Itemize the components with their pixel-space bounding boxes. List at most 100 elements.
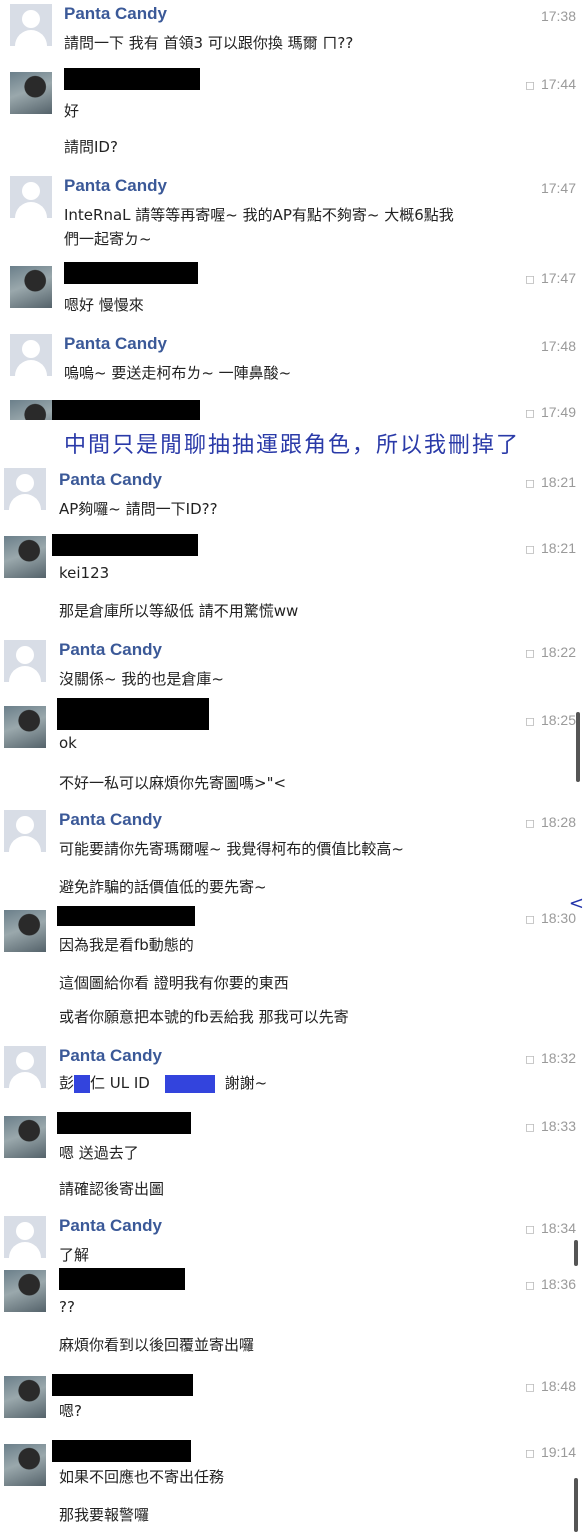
reply-icon[interactable]: ◻	[525, 1446, 535, 1460]
message-item: ◻ 18:21 kei123 那是倉庫所以等級低 請不用驚慌ww	[0, 532, 584, 628]
avatar[interactable]	[4, 468, 46, 510]
message-item: Panta Candy 17:47 InteRnaL 請等等再寄喔~ 我的AP有…	[0, 174, 584, 254]
message-item: ◻ 17:49	[0, 398, 584, 420]
timestamp: ◻ 18:21	[524, 540, 576, 556]
reply-icon[interactable]: ◻	[525, 78, 535, 92]
avatar[interactable]	[4, 706, 46, 748]
avatar[interactable]	[4, 1376, 46, 1418]
message-item: Panta Candy ◻ 18:28 可能要請你先寄瑪爾喔~ 我覺得柯布的價值比…	[0, 808, 584, 904]
message-item: Panta Candy ◻ 18:22 沒關係~ 我的也是倉庫~	[0, 638, 584, 698]
timestamp: ◻ 18:22	[524, 644, 576, 660]
avatar[interactable]	[10, 266, 52, 308]
timestamp: ◻ 17:49	[524, 404, 576, 420]
redacted-name	[57, 906, 195, 926]
timestamp: ◻ 18:33	[524, 1118, 576, 1134]
avatar[interactable]	[10, 72, 52, 114]
message-item: ◻ 17:44 好 請問ID?	[0, 64, 584, 164]
sender-name[interactable]: Panta Candy	[59, 1046, 162, 1066]
avatar[interactable]	[4, 640, 46, 682]
redacted-name	[59, 1268, 185, 1290]
sender-name[interactable]: Panta Candy	[59, 640, 162, 660]
sender-name[interactable]: Panta Candy	[64, 176, 167, 196]
reply-icon[interactable]: ◻	[525, 1052, 535, 1066]
reply-icon[interactable]: ◻	[525, 476, 535, 490]
avatar[interactable]	[4, 1216, 46, 1258]
sender-name[interactable]: Panta Candy	[64, 334, 167, 354]
redacted-name	[57, 698, 209, 730]
reply-icon[interactable]: ◻	[525, 816, 535, 830]
message-text: 嗯 送過去了	[59, 1144, 139, 1162]
redacted-name	[64, 68, 200, 90]
redacted-name	[57, 1112, 191, 1134]
message-text: 嗚嗚~ 要送走柯布ㄌ~ 一陣鼻酸~	[64, 364, 292, 382]
avatar[interactable]	[4, 1046, 46, 1088]
message-text: 沒關係~ 我的也是倉庫~	[59, 670, 224, 688]
message-text: ok	[59, 734, 77, 752]
message-text: 那我要報警囉	[59, 1506, 150, 1524]
timestamp: 17:48	[540, 338, 576, 354]
censor-block	[74, 1074, 91, 1093]
message-text: 如果不回應也不寄出任務	[59, 1468, 225, 1486]
redacted-name	[52, 534, 198, 556]
message-text: 好	[64, 102, 80, 120]
timestamp: ◻ 18:48	[524, 1378, 576, 1394]
message-text: 因為我是看fb動態的	[59, 936, 194, 954]
message-text: AP夠囉~ 請問一下ID??	[59, 500, 218, 518]
censor-block	[164, 1074, 215, 1093]
timestamp: ◻ 18:36	[524, 1276, 576, 1292]
message-item: ◻ 18:25 ok 不好一私可以麻煩你先寄圖嗎>"<	[0, 698, 584, 798]
scrollbar-thumb[interactable]	[576, 712, 580, 782]
message-text: 嗯?	[59, 1402, 82, 1420]
avatar[interactable]	[10, 176, 52, 218]
redacted-name	[64, 262, 198, 284]
sender-name[interactable]: Panta Candy	[59, 1216, 162, 1236]
reply-icon[interactable]: ◻	[525, 542, 535, 556]
avatar[interactable]	[4, 536, 46, 578]
sender-name[interactable]: Panta Candy	[59, 810, 162, 830]
reply-icon[interactable]: ◻	[525, 1380, 535, 1394]
message-text: 請問一下 我有 首領3 可以跟你換 瑪爾 ㄇ??	[64, 34, 354, 52]
message-item: ◻ 19:14 如果不回應也不寄出任務 那我要報警囉	[0, 1438, 584, 1532]
scrollbar-thumb[interactable]	[574, 1478, 578, 1532]
reply-icon[interactable]: ◻	[525, 912, 535, 926]
sender-name[interactable]: Panta Candy	[64, 4, 167, 24]
message-item: Panta Candy ◻ 18:32 彭仁 UL ID 謝謝~	[0, 1044, 584, 1104]
timestamp: ◻ 19:14	[524, 1444, 576, 1460]
timestamp: ◻ 18:28	[524, 814, 576, 830]
message-item: Panta Candy ◻ 18:21 AP夠囉~ 請問一下ID??	[0, 468, 584, 524]
timestamp: ◻ 18:21	[524, 474, 576, 490]
reply-icon[interactable]: ◻	[525, 406, 535, 420]
avatar[interactable]	[4, 1116, 46, 1158]
message-text: ??	[59, 1298, 75, 1316]
avatar[interactable]	[4, 910, 46, 952]
message-text: 這個圖給你看 證明我有你要的東西	[59, 974, 289, 992]
message-item: ◻ 17:47 嗯好 慢慢來	[0, 258, 584, 318]
avatar[interactable]	[10, 334, 52, 376]
avatar[interactable]	[4, 810, 46, 852]
avatar[interactable]	[4, 1444, 46, 1486]
avatar[interactable]	[10, 400, 52, 420]
timestamp: ◻ 18:32	[524, 1050, 576, 1066]
avatar[interactable]	[10, 4, 52, 46]
message-text: 避免詐騙的話價值低的要先寄~	[59, 878, 267, 896]
timestamp: ◻ 17:47	[524, 270, 576, 286]
reply-icon[interactable]: ◻	[525, 1222, 535, 1236]
redacted-name	[52, 400, 200, 420]
timestamp: 17:47	[540, 180, 576, 196]
message-text: 可能要請你先寄瑪爾喔~ 我覺得柯布的價值比較高~	[59, 840, 404, 858]
reply-icon[interactable]: ◻	[525, 1278, 535, 1292]
avatar[interactable]	[4, 1270, 46, 1312]
message-item: ◻ 18:33 嗯 送過去了 請確認後寄出圖	[0, 1110, 584, 1206]
scrollbar-thumb[interactable]	[574, 1240, 578, 1266]
reply-icon[interactable]: ◻	[525, 646, 535, 660]
reply-icon[interactable]: ◻	[525, 1120, 535, 1134]
redacted-name	[52, 1374, 193, 1396]
message-item: ◻ 18:48 嗯?	[0, 1372, 584, 1432]
reply-icon[interactable]: ◻	[525, 272, 535, 286]
message-text: 麻煩你看到以後回覆並寄出囉	[59, 1336, 255, 1354]
redacted-name	[52, 1440, 191, 1462]
message-text: 們一起寄ㄉ~	[64, 230, 152, 248]
sender-name[interactable]: Panta Candy	[59, 470, 162, 490]
message-text: 那是倉庫所以等級低 請不用驚慌ww	[59, 602, 299, 620]
reply-icon[interactable]: ◻	[525, 714, 535, 728]
